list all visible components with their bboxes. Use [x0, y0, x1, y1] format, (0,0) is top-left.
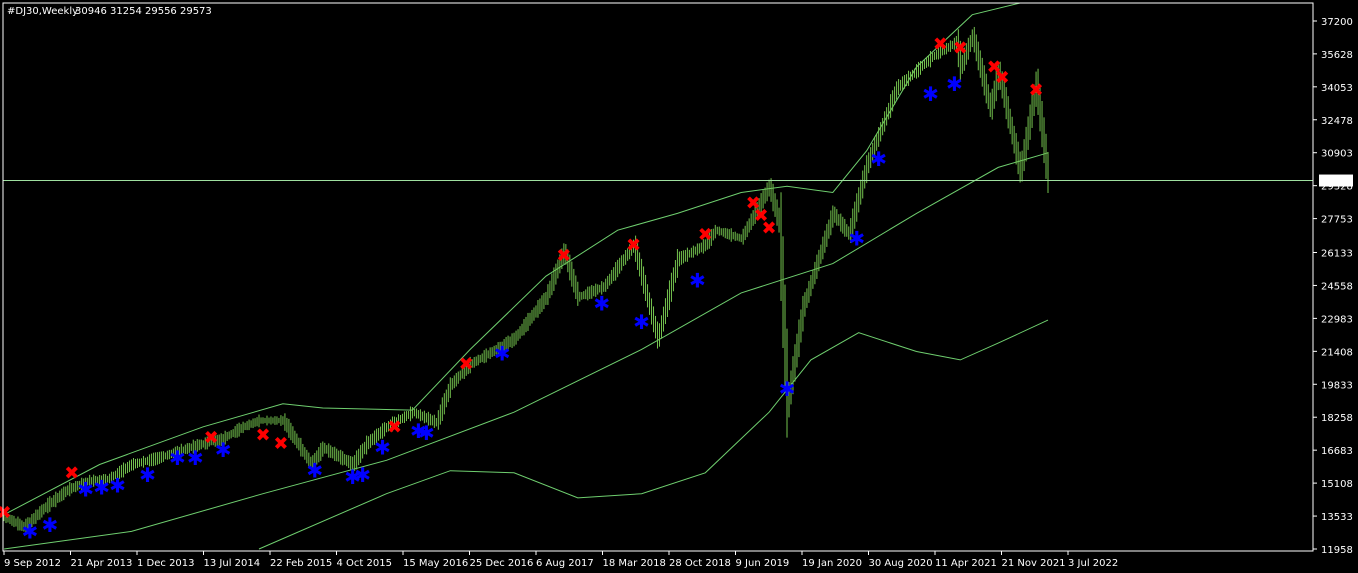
x-tick-label: 11 Apr 2021: [935, 558, 997, 569]
buy-signal-marker: ✱: [494, 342, 511, 366]
y-tick-label: 34053: [1321, 83, 1353, 94]
buy-signal-marker: ✱: [77, 478, 94, 502]
y-tick-label: 26133: [1321, 248, 1353, 259]
y-tick-label: 16683: [1321, 446, 1353, 457]
buy-signal-marker: ✱: [848, 227, 865, 251]
sell-signal-marker: ✖: [556, 245, 571, 266]
x-tick-label: 30 Aug 2020: [869, 558, 933, 569]
y-tick-label: 27753: [1321, 215, 1353, 226]
buy-signal-marker: ✱: [169, 446, 186, 470]
x-tick-label: 4 Oct 2015: [337, 558, 392, 569]
x-tick-label: 19 Jan 2020: [802, 558, 862, 569]
sell-signal-marker: ✖: [995, 67, 1010, 88]
y-tick-label: 13533: [1321, 512, 1353, 523]
sell-signal-marker: ✖: [953, 38, 968, 59]
buy-signal-marker: ✱: [779, 377, 796, 401]
x-tick-label: 15 May 2016: [403, 558, 468, 569]
sell-signal-marker: ✖: [387, 417, 402, 438]
last-price-tag: 29573: [1319, 174, 1353, 188]
x-tick-label: 18 Mar 2018: [603, 558, 666, 569]
buy-signal-marker: ✱: [109, 473, 126, 497]
y-tick-label: 24558: [1321, 281, 1353, 292]
buy-signal-marker: ✱: [374, 436, 391, 460]
sell-signal-marker: ✖: [698, 224, 713, 245]
x-tick-label: 21 Nov 2021: [1002, 558, 1066, 569]
last-price-tag-text: 29573: [1321, 177, 1353, 188]
chart-background: [0, 0, 1358, 573]
y-tick-label: 21408: [1321, 347, 1353, 358]
buy-signal-marker: ✱: [93, 475, 110, 499]
x-tick-label: 1 Dec 2013: [137, 558, 195, 569]
y-tick-label: 32478: [1321, 116, 1353, 127]
y-tick-label: 18258: [1321, 413, 1353, 424]
buy-signal-marker: ✱: [306, 459, 323, 483]
price-chart[interactable]: ✖✖✖ ✖ ✖✖✖✖ ✖ ✖✖✖✖✖ ✖✖✖✖✱ ✱✱ ✱ ✱ ✱✱ ✱ ✱✱ ✱✱✱✱✱✱✱✱✱✱✱✱…: [0, 0, 1358, 573]
sell-signal-marker: ✖: [1029, 80, 1044, 101]
y-tick-label: 22983: [1321, 314, 1353, 325]
buy-signal-marker: ✱: [354, 463, 371, 487]
buy-signal-marker: ✱: [870, 147, 887, 171]
y-tick-label: 35628: [1321, 50, 1353, 61]
buy-signal-marker: ✱: [22, 519, 39, 543]
x-tick-label: 9 Jun 2019: [736, 558, 790, 569]
sell-signal-marker: ✖: [626, 235, 641, 256]
x-tick-label: 9 Sep 2012: [4, 558, 61, 569]
buy-signal-marker: ✱: [41, 513, 58, 537]
sell-signal-marker: ✖: [459, 354, 474, 375]
buy-signal-marker: ✱: [593, 291, 610, 315]
buy-signal-marker: ✱: [187, 446, 204, 470]
x-tick-label: 25 Dec 2016: [470, 558, 534, 569]
x-tick-label: 21 Apr 2013: [71, 558, 133, 569]
x-tick-label: 3 Jul 2022: [1068, 558, 1118, 569]
sell-signal-marker: ✖: [0, 503, 12, 524]
buy-signal-marker: ✱: [633, 310, 650, 334]
buy-signal-marker: ✱: [418, 421, 435, 445]
x-tick-label: 28 Oct 2018: [669, 558, 731, 569]
chart-ohlc: 30946 31254 29556 29573: [75, 6, 212, 17]
sell-signal-marker: ✖: [255, 425, 270, 446]
buy-signal-marker: ✱: [922, 82, 939, 106]
buy-signal-marker: ✱: [689, 268, 706, 292]
x-tick-label: 13 Jul 2014: [204, 558, 261, 569]
sell-signal-marker: ✖: [273, 434, 288, 455]
x-tick-label: 22 Feb 2015: [270, 558, 332, 569]
buy-signal-marker: ✱: [139, 463, 156, 487]
x-tick-label: 6 Aug 2017: [536, 558, 594, 569]
buy-signal-marker: ✱: [215, 438, 232, 462]
y-tick-label: 37200: [1321, 17, 1353, 28]
sell-signal-marker: ✖: [933, 34, 948, 55]
chart-symbol: #DJ30,Weekly: [7, 6, 78, 17]
sell-signal-marker: ✖: [762, 218, 777, 239]
y-tick-label: 11958: [1321, 545, 1353, 556]
y-tick-label: 19833: [1321, 380, 1353, 391]
y-tick-label: 30903: [1321, 149, 1353, 160]
buy-signal-marker: ✱: [946, 72, 963, 96]
y-tick-label: 15108: [1321, 479, 1353, 490]
